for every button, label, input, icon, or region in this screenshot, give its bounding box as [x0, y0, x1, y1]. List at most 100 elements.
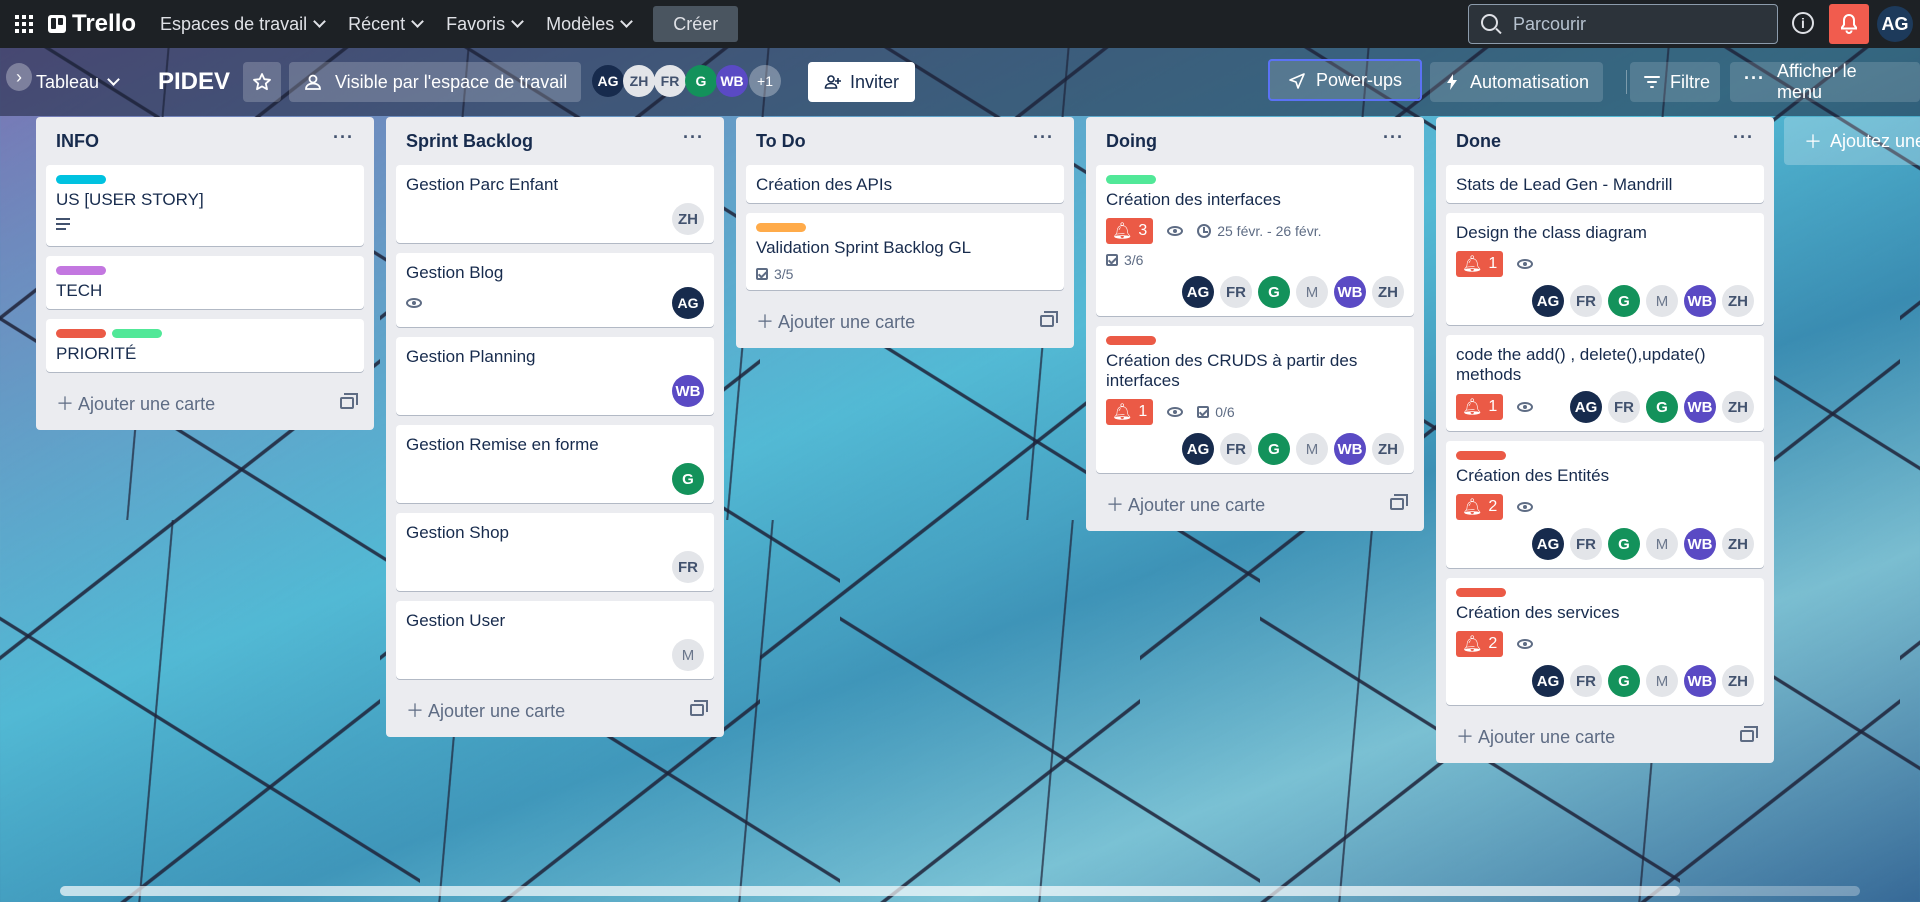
- member-avatar[interactable]: ZH: [623, 65, 655, 97]
- member-avatar[interactable]: ZH: [1722, 665, 1754, 697]
- label-orange[interactable]: [756, 223, 806, 232]
- card[interactable]: Gestion User M: [396, 601, 714, 679]
- star-button[interactable]: [243, 62, 281, 102]
- trello-logo[interactable]: Trello: [48, 10, 148, 38]
- member-avatar[interactable]: FR: [1220, 433, 1252, 465]
- label-green[interactable]: [1106, 175, 1156, 184]
- member-avatar[interactable]: G: [685, 65, 717, 97]
- card[interactable]: PRIORITÉ: [46, 319, 364, 372]
- add-list-button[interactable]: ＋ Ajoutez une autre liste: [1784, 117, 1920, 165]
- member-avatar[interactable]: FR: [1570, 528, 1602, 560]
- board-view-switcher[interactable]: Tableau: [36, 62, 120, 102]
- horizontal-scrollbar[interactable]: [60, 886, 1860, 896]
- list-title[interactable]: Doing: [1106, 131, 1157, 152]
- filter-button[interactable]: Filtre: [1630, 62, 1720, 102]
- member-avatar[interactable]: G: [1608, 528, 1640, 560]
- list-title[interactable]: To Do: [756, 131, 806, 152]
- board-title[interactable]: PIDEV: [158, 68, 230, 96]
- card[interactable]: US [USER STORY]: [46, 165, 364, 246]
- member-avatar[interactable]: M: [1646, 528, 1678, 560]
- card[interactable]: Gestion Blog AG: [396, 253, 714, 327]
- member-avatar[interactable]: AG: [592, 65, 624, 97]
- label-red[interactable]: [1106, 336, 1156, 345]
- sidebar-expand-icon[interactable]: ›: [6, 63, 32, 91]
- nav-workspaces-dropdown[interactable]: Espaces de travail: [148, 8, 336, 40]
- template-icon[interactable]: [340, 393, 358, 409]
- add-card-button[interactable]: ＋ Ajouter une carte: [756, 308, 915, 334]
- create-button[interactable]: Créer: [653, 6, 739, 42]
- user-avatar[interactable]: AG: [1877, 6, 1913, 42]
- member-avatar[interactable]: FR: [1570, 665, 1602, 697]
- nav-templates-dropdown[interactable]: Modèles: [534, 8, 643, 40]
- due-date-badge[interactable]: 25 févr. - 26 févr.: [1197, 223, 1322, 239]
- template-icon[interactable]: [1740, 726, 1758, 742]
- label-purple[interactable]: [56, 266, 106, 275]
- member-avatar[interactable]: ZH: [1372, 433, 1404, 465]
- card[interactable]: Création des CRUDS à partir des interfac…: [1096, 326, 1414, 473]
- member-avatar[interactable]: FR: [672, 551, 704, 583]
- member-avatar[interactable]: AG: [1182, 433, 1214, 465]
- template-icon[interactable]: [690, 700, 708, 716]
- search-input[interactable]: Parcourir: [1468, 4, 1778, 44]
- member-avatar[interactable]: G: [1608, 665, 1640, 697]
- automation-button[interactable]: Automatisation: [1430, 62, 1604, 102]
- nav-recent-dropdown[interactable]: Récent: [336, 8, 434, 40]
- show-menu-button[interactable]: ··· Afficher le menu: [1730, 61, 1920, 102]
- add-card-button[interactable]: ＋ Ajouter une carte: [56, 390, 215, 416]
- app-switcher-icon[interactable]: [0, 0, 48, 48]
- add-card-button[interactable]: ＋ Ajouter une carte: [1106, 491, 1265, 517]
- list-title[interactable]: Done: [1456, 131, 1501, 152]
- member-avatar[interactable]: M: [1296, 433, 1328, 465]
- member-avatar[interactable]: WB: [1334, 276, 1366, 308]
- member-avatar[interactable]: G: [1258, 276, 1290, 308]
- member-avatar[interactable]: WB: [716, 65, 748, 97]
- powerups-button[interactable]: Power-ups: [1268, 59, 1423, 101]
- label-green[interactable]: [112, 329, 162, 338]
- label-cyan[interactable]: [56, 175, 106, 184]
- member-avatar[interactable]: M: [1646, 285, 1678, 317]
- card[interactable]: code the add() , delete(),update() metho…: [1446, 335, 1764, 431]
- template-icon[interactable]: [1040, 311, 1058, 327]
- member-avatar[interactable]: FR: [1220, 276, 1252, 308]
- member-avatar[interactable]: FR: [1608, 391, 1640, 423]
- label-red[interactable]: [1456, 588, 1506, 597]
- member-avatar[interactable]: G: [1646, 391, 1678, 423]
- label-red[interactable]: [56, 329, 106, 338]
- list-title[interactable]: INFO: [56, 131, 99, 152]
- template-icon[interactable]: [1390, 494, 1408, 510]
- member-avatar[interactable]: AG: [1532, 285, 1564, 317]
- notifications-button[interactable]: [1829, 4, 1869, 44]
- member-avatar[interactable]: M: [672, 639, 704, 671]
- member-avatar[interactable]: AG: [1182, 276, 1214, 308]
- info-icon[interactable]: i: [1792, 12, 1814, 34]
- add-card-button[interactable]: ＋ Ajouter une carte: [406, 697, 565, 723]
- member-avatar[interactable]: ZH: [1722, 528, 1754, 560]
- member-avatar[interactable]: AG: [1532, 528, 1564, 560]
- member-avatar[interactable]: WB: [1684, 528, 1716, 560]
- member-avatar[interactable]: AG: [1532, 665, 1564, 697]
- card[interactable]: Gestion Shop FR: [396, 513, 714, 591]
- member-avatar[interactable]: WB: [1684, 285, 1716, 317]
- member-avatar[interactable]: G: [1258, 433, 1290, 465]
- member-avatar[interactable]: ZH: [1722, 285, 1754, 317]
- nav-starred-dropdown[interactable]: Favoris: [434, 8, 534, 40]
- card[interactable]: TECH: [46, 256, 364, 309]
- member-avatar[interactable]: M: [1646, 665, 1678, 697]
- list-title[interactable]: Sprint Backlog: [406, 131, 533, 152]
- member-avatar[interactable]: FR: [1570, 285, 1602, 317]
- card[interactable]: Création des interfaces 🔔︎ 3 25 févr. - 2…: [1096, 165, 1414, 316]
- scrollbar-thumb[interactable]: [60, 886, 1680, 896]
- member-avatar[interactable]: M: [1296, 276, 1328, 308]
- member-avatar[interactable]: AG: [1570, 391, 1602, 423]
- visibility-button[interactable]: Visible par l'espace de travail: [289, 62, 582, 102]
- member-avatar[interactable]: G: [672, 463, 704, 495]
- member-avatar[interactable]: G: [1608, 285, 1640, 317]
- member-avatar[interactable]: AG: [672, 287, 704, 319]
- member-avatar[interactable]: WB: [1334, 433, 1366, 465]
- add-card-button[interactable]: ＋ Ajouter une carte: [1456, 723, 1615, 749]
- member-avatar[interactable]: ZH: [672, 203, 704, 235]
- member-avatar[interactable]: WB: [672, 375, 704, 407]
- label-red[interactable]: [1456, 451, 1506, 460]
- card[interactable]: Création des Entités 🔔︎ 2 AG FR G M WB ZH: [1446, 441, 1764, 568]
- member-avatar[interactable]: WB: [1684, 665, 1716, 697]
